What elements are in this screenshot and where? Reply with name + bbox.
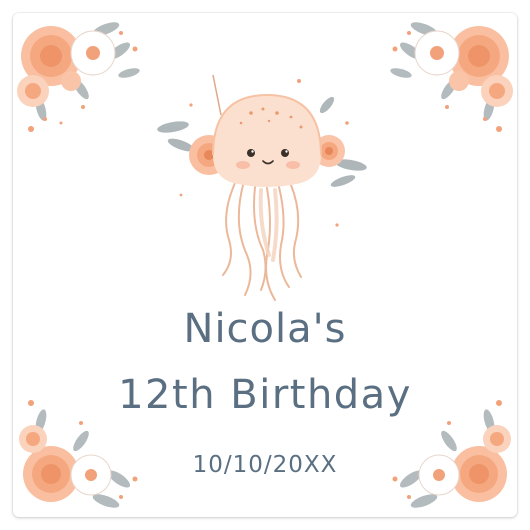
- floral-corner-top-right-icon: [369, 13, 517, 161]
- canvas: Nicola's 12th Birthday 10/10/20XX: [0, 0, 530, 530]
- birthday-occasion: 12th Birthday: [118, 372, 412, 418]
- square-sticker: Nicola's 12th Birthday 10/10/20XX: [13, 13, 517, 517]
- birthday-name: Nicola's: [183, 306, 347, 352]
- floral-corner-top-left-icon: [13, 13, 161, 161]
- event-date: 10/10/20XX: [192, 452, 338, 478]
- jellyfish-icon: [151, 55, 381, 305]
